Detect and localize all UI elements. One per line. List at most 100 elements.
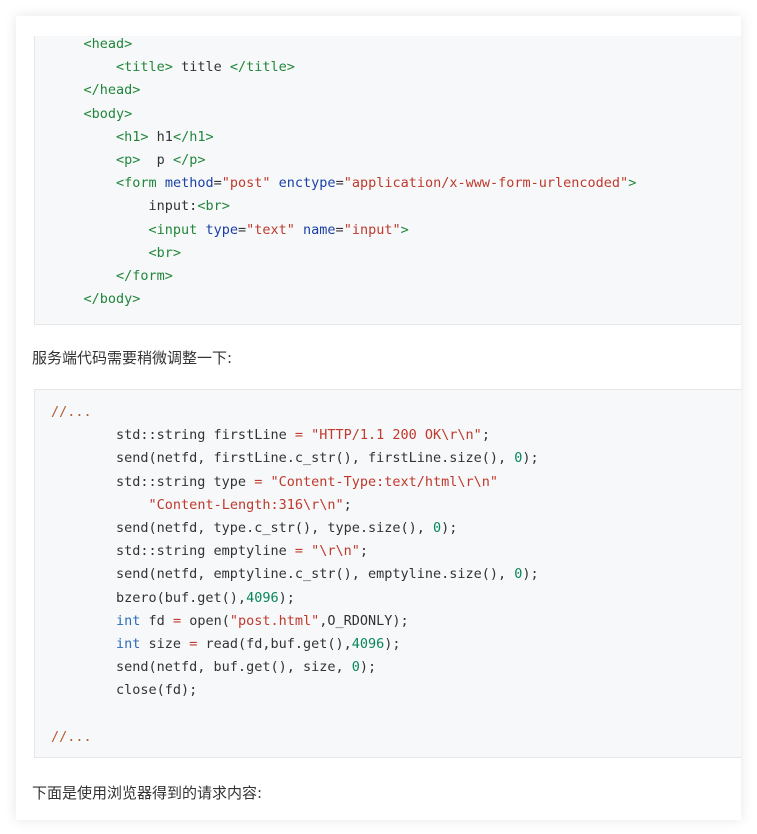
code-token: "Content-Type:text/html\r\n" — [270, 473, 499, 490]
article-card: <head> <title> title </title> </head> <b… — [16, 16, 741, 820]
code-token: <head> — [83, 36, 133, 52]
code-token: </form> — [116, 267, 173, 284]
code-token: ); — [522, 450, 539, 467]
code-token: "input" — [343, 221, 401, 238]
code-token: > — [628, 175, 637, 192]
code-line: </form> — [51, 265, 741, 288]
code-token: <h1> — [116, 128, 149, 145]
code-token: send(netfd, buf.get(), size, — [51, 659, 352, 676]
code-token: 4096 — [246, 589, 279, 606]
code-line: <body> — [51, 103, 741, 126]
code-line: input:<br> — [51, 195, 741, 218]
code-line: <head> — [51, 33, 741, 56]
code-line: std::string type = "Content-Type:text/ht… — [51, 471, 741, 494]
code-line: send(netfd, buf.get(), size, 0); — [51, 656, 741, 679]
code-token: "\r\n" — [311, 543, 360, 560]
code-line: close(fd); — [51, 679, 741, 702]
code-line: </head> — [51, 79, 741, 102]
code-token: ,O_RDONLY); — [319, 612, 409, 629]
code-token: ); — [522, 566, 539, 583]
code-token: <input — [148, 221, 206, 238]
code-line: <title> title </title> — [51, 56, 741, 79]
code-token: "post" — [221, 175, 271, 192]
code-token: //... — [51, 728, 92, 745]
code-line: <p> p </p> — [51, 149, 741, 172]
code-token: //... — [51, 404, 92, 420]
code-token: name — [303, 221, 336, 238]
code-token: </title> — [229, 59, 295, 76]
code-token: type — [205, 221, 238, 238]
code-line: bzero(buf.get(),4096); — [51, 587, 741, 610]
code-token: = — [172, 612, 182, 629]
code-token: = — [294, 427, 303, 444]
code-line: std::string emptyline = "\r\n"; — [51, 540, 741, 563]
code-token: "application/x-www-form-urlencoded" — [343, 175, 629, 192]
code-token: title — [172, 59, 230, 76]
code-line: <input type="text" name="input"> — [51, 219, 741, 242]
code-token: int — [116, 635, 141, 652]
code-token: ); — [278, 589, 295, 606]
code-token: size — [140, 635, 190, 652]
code-token: ); — [384, 635, 401, 652]
cpp-code-block: //... std::string firstLine = "HTTP/1.1 … — [34, 389, 741, 758]
code-token: h1 — [148, 128, 173, 145]
code-token: send(netfd, firstLine.c_str(), firstLine… — [51, 450, 515, 467]
code-token: <br> — [197, 198, 230, 215]
code-token: 4096 — [351, 635, 385, 652]
code-token: "post.html" — [229, 612, 320, 629]
code-token: open( — [181, 612, 230, 629]
code-token: </p> — [172, 151, 206, 168]
code-line: <br> — [51, 242, 741, 265]
code-token: fd — [140, 612, 173, 629]
html-code-block: <head> <title> title </title> </head> <b… — [34, 36, 741, 325]
cpp-code: //... std::string firstLine = "HTTP/1.1 … — [51, 401, 741, 749]
code-token: = — [335, 175, 344, 192]
code-token: send(netfd, type.c_str(), type.size(), — [51, 519, 434, 536]
code-token: "HTTP/1.1 200 OK\r\n" — [311, 427, 482, 444]
code-token: <form — [116, 175, 165, 192]
code-line: "Content-Length:316\r\n"; — [51, 494, 741, 517]
code-token: = — [213, 175, 222, 192]
code-token: ; — [359, 543, 369, 560]
code-line: <form method="post" enctype="application… — [51, 172, 741, 195]
code-token: std::string type — [51, 473, 255, 490]
html-code: <head> <title> title </title> </head> <b… — [51, 33, 741, 311]
code-token: int — [116, 612, 141, 629]
code-token: <body> — [83, 105, 133, 122]
code-token: bzero(buf.get(), — [51, 589, 247, 606]
code-line: //... — [51, 401, 741, 424]
code-token: <br> — [148, 244, 182, 261]
code-token: </body> — [83, 291, 141, 308]
code-token: = — [335, 221, 344, 238]
code-line: std::string firstLine = "HTTP/1.1 200 OK… — [51, 424, 741, 447]
code-line: <h1> h1</h1> — [51, 126, 741, 149]
code-line: int fd = open("post.html",O_RDONLY); — [51, 610, 741, 633]
code-token: "Content-Length:316\r\n" — [148, 496, 344, 513]
code-token: close(fd); — [51, 682, 198, 699]
code-token: ); — [359, 659, 377, 676]
code-token: p — [140, 151, 173, 168]
code-line: send(netfd, type.c_str(), type.size(), 0… — [51, 517, 741, 540]
code-token: <p> — [116, 151, 141, 168]
code-token: read(fd,buf.get(), — [197, 635, 352, 652]
code-token: "text" — [246, 221, 295, 238]
code-line: int size = read(fd,buf.get(),4096); — [51, 633, 741, 656]
code-token: send(netfd, emptyline.c_str(), emptyline… — [51, 566, 515, 583]
code-line: </body> — [51, 288, 741, 311]
server-code-paragraph: 服务端代码需要稍微调整一下: — [32, 349, 233, 367]
